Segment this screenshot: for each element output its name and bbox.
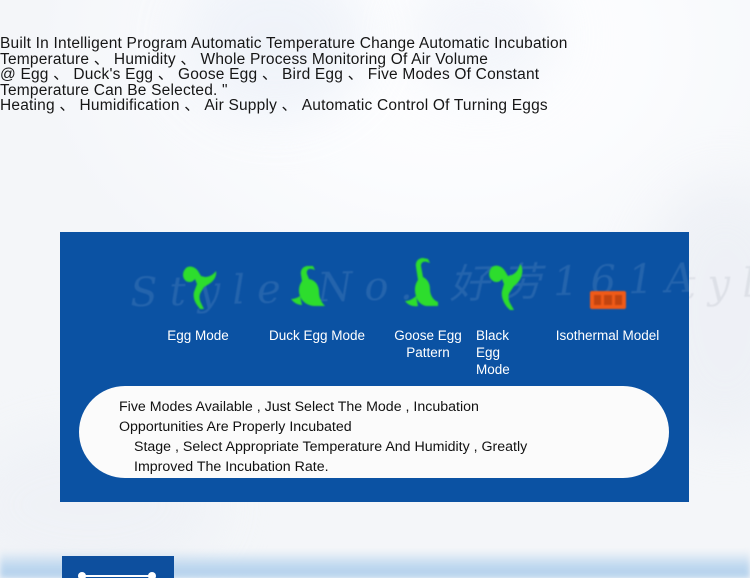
intro-text-block: Built In Intelligent Program Automatic T… (0, 36, 750, 114)
note-line-4: Improved The Incubation Rate. (134, 459, 329, 476)
mode-label: Egg Mode (167, 328, 229, 343)
mode-item-duck-egg[interactable]: Duck Egg Mode (248, 256, 386, 345)
modes-feature-panel: Style No. 好劳161A1 Egg Mode Duck Egg Mode… (60, 232, 689, 502)
thermostat-icon (530, 256, 685, 312)
mode-icon-row: Egg Mode Duck Egg Mode Goose Egg Pattern… (60, 256, 689, 377)
goose-icon (380, 256, 476, 312)
intro-line-3: @ Egg 、 Duck's Egg 、 Goose Egg 、 Bird Eg… (0, 66, 540, 83)
mode-label: Duck Egg Mode (268, 328, 366, 343)
note-line-3: Stage , Select Appropriate Temperature A… (134, 439, 528, 456)
mode-item-isothermal[interactable]: Isothermal Model (530, 256, 685, 345)
mode-item-egg[interactable]: Egg Mode (138, 256, 258, 345)
product-description-page: Built In Intelligent Program Automatic T… (0, 0, 750, 578)
modes-note-callout: Five Modes Available , Just Select The M… (79, 386, 669, 478)
mode-label: Black Egg Mode (476, 328, 510, 377)
intro-line-4: Heating 、 Humidification 、 Air Supply 、 … (0, 97, 548, 114)
note-line-2: Opportunities Are Properly Incubated (119, 419, 352, 436)
intro-line-1: Built In Intelligent Program Automatic T… (0, 35, 568, 52)
intro-line-3-cont: Temperature Can Be Selected. " (0, 81, 228, 99)
intro-line-2: Temperature 、 Humidity 、 Whole Process M… (0, 50, 489, 68)
chicken-icon (138, 256, 258, 312)
bottom-feature-card (62, 556, 174, 578)
mode-label: Isothermal Model (555, 328, 660, 343)
note-line-1: Five Modes Available , Just Select The M… (119, 399, 479, 415)
mode-item-goose-egg[interactable]: Goose Egg Pattern (380, 256, 476, 362)
bird-icon (476, 256, 536, 312)
mode-item-black-egg[interactable]: Black Egg Mode (476, 256, 536, 379)
dumbbell-icon (78, 572, 156, 578)
mode-label: Goose Egg Pattern (394, 328, 462, 360)
duck-icon (248, 256, 386, 312)
